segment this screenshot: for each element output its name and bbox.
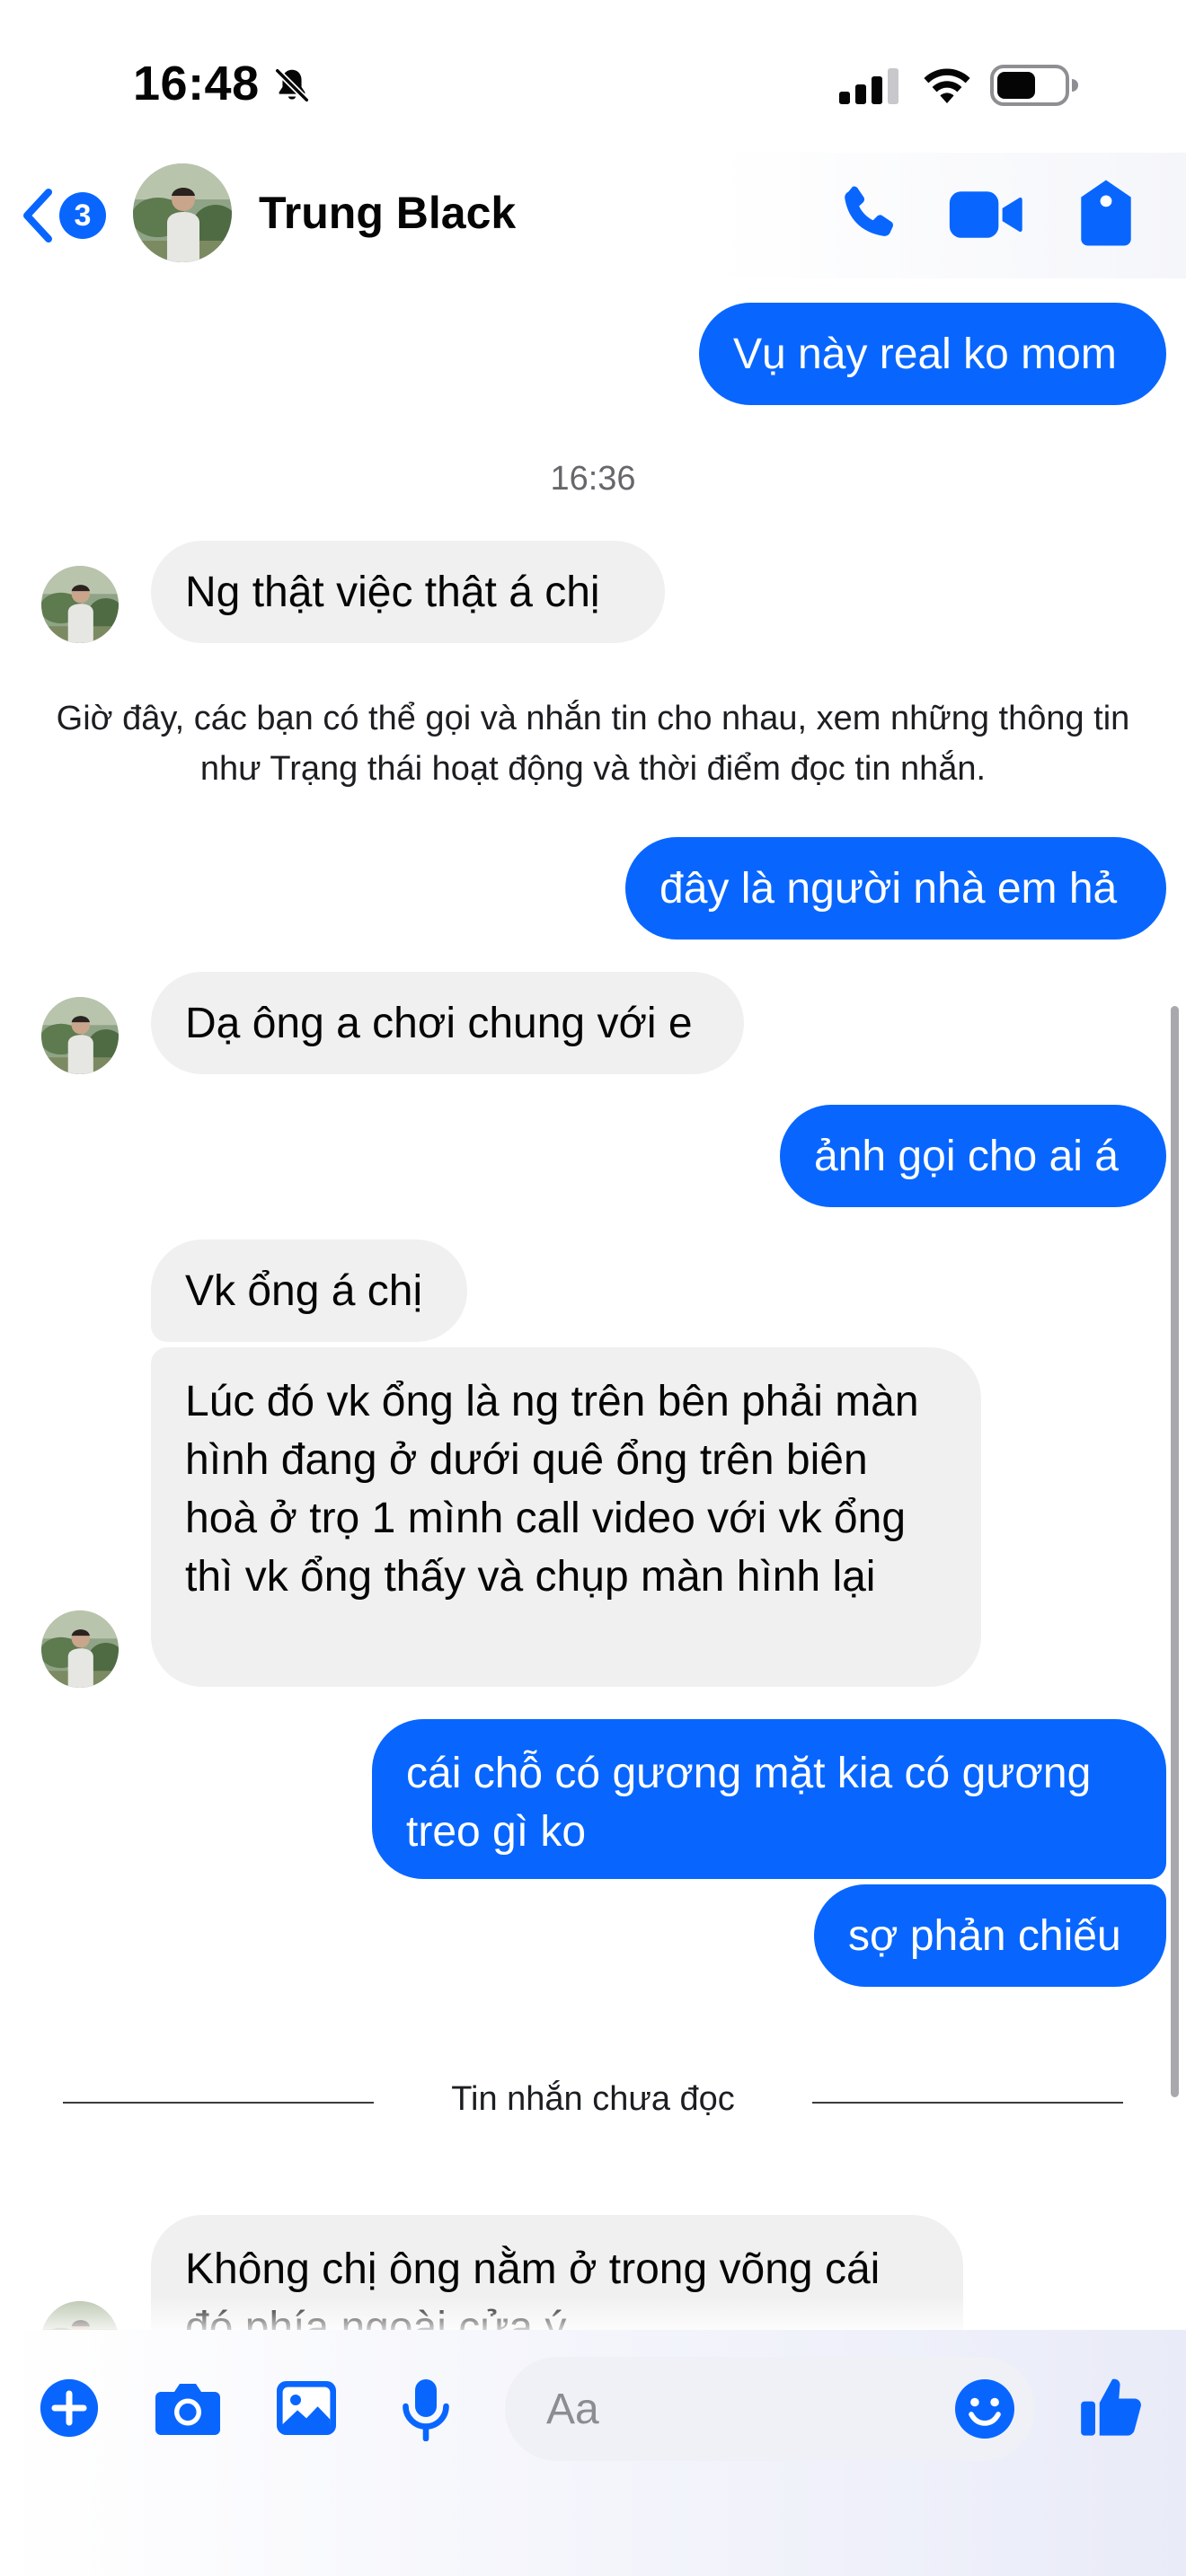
incoming-message[interactable]: Lúc đó vk ổng là ng trên bên phải màn hì… xyxy=(151,1347,981,1687)
status-bar: 16:48 xyxy=(0,0,1186,153)
incoming-message[interactable]: Vk ổng á chị xyxy=(151,1239,467,1342)
sender-avatar[interactable] xyxy=(41,566,119,643)
unread-label: Tin nhắn chưa đọc xyxy=(451,2080,735,2118)
incoming-message[interactable]: Ng thật việc thật á chị xyxy=(151,541,665,643)
outgoing-message[interactable]: đây là người nhà em hả xyxy=(625,837,1166,940)
image-gallery-icon[interactable] xyxy=(274,2378,339,2438)
emoji-icon[interactable] xyxy=(952,2377,1017,2441)
message-timestamp: 16:36 xyxy=(550,460,636,498)
composer-fade xyxy=(0,2296,1186,2332)
cellular-signal-icon xyxy=(839,68,898,104)
status-time: 16:48 xyxy=(133,57,260,110)
sender-avatar[interactable] xyxy=(41,997,119,1074)
system-notice: Giờ đây, các bạn có thể gọi và nhắn tin … xyxy=(56,700,1130,788)
chevron-left-icon xyxy=(23,189,52,243)
bell-muted-icon xyxy=(275,68,309,102)
divider-line xyxy=(812,2102,1123,2104)
camera-icon[interactable] xyxy=(153,2377,223,2439)
unread-count-badge: 3 xyxy=(59,192,106,239)
outgoing-message[interactable]: sợ phản chiếu xyxy=(814,1884,1166,1987)
sender-avatar[interactable] xyxy=(41,1610,119,1688)
video-camera-icon[interactable] xyxy=(947,183,1024,246)
outgoing-message[interactable]: cái chỗ có gương mặt kia có gương treo g… xyxy=(372,1719,1166,1879)
outgoing-message[interactable]: Vụ này real ko mom xyxy=(699,303,1166,405)
plus-icon[interactable] xyxy=(38,2377,101,2439)
thumbs-up-icon[interactable] xyxy=(1078,2373,1146,2441)
back-button[interactable]: 3 xyxy=(20,180,119,251)
contact-name[interactable]: Trung Black xyxy=(259,187,516,239)
unread-divider: Tin nhắn chưa đọc xyxy=(63,2077,1123,2127)
outgoing-message[interactable]: ảnh gọi cho ai á xyxy=(780,1105,1166,1207)
scrollbar[interactable] xyxy=(1171,1006,1179,2097)
phone-icon[interactable] xyxy=(834,180,902,248)
message-composer xyxy=(0,2330,1186,2576)
contact-avatar[interactable] xyxy=(133,163,232,262)
chat-header: 3 Trung Black xyxy=(0,153,1186,278)
microphone-icon[interactable] xyxy=(399,2377,453,2441)
wifi-icon xyxy=(924,68,970,103)
incoming-message[interactable]: Dạ ông a chơi chung với e xyxy=(151,972,744,1074)
tag-icon[interactable] xyxy=(1075,176,1137,250)
battery-icon xyxy=(990,65,1078,106)
